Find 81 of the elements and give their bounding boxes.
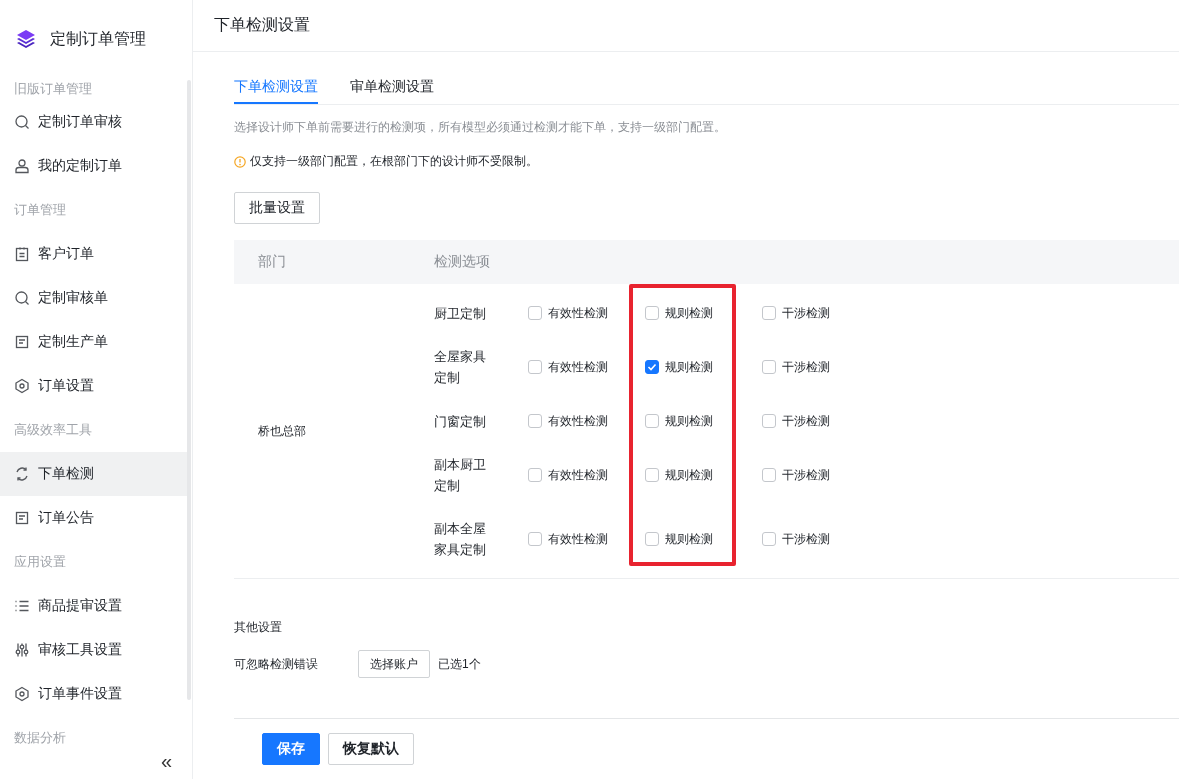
- checkbox-label: 干涉检测: [782, 304, 830, 322]
- category-name: 厨卫定制: [434, 304, 487, 323]
- page-title: 下单检测设置: [193, 0, 1179, 52]
- checkbox[interactable]: [762, 468, 776, 482]
- tab[interactable]: 下单检测设置: [234, 74, 318, 104]
- checkbox[interactable]: [645, 306, 659, 320]
- save-button[interactable]: 保存: [262, 733, 320, 765]
- warning-text: 仅支持一级部门配置，在根部门下的设计师不受限制。: [250, 153, 538, 170]
- nav-item[interactable]: 客户订单: [0, 232, 190, 276]
- checkbox[interactable]: [528, 468, 542, 482]
- document-icon: [14, 510, 30, 526]
- user-icon: [14, 158, 30, 174]
- list-icon: [14, 598, 30, 614]
- checkbox[interactable]: [645, 360, 659, 374]
- checkbox-label: 有效性检测: [548, 412, 608, 430]
- checkbox[interactable]: [762, 360, 776, 374]
- checkbox-label: 有效性检测: [548, 358, 608, 376]
- nav-item[interactable]: 商品提审设置: [0, 584, 190, 628]
- hexagon-icon: [14, 378, 30, 394]
- nav-section-label: 旧版订单管理: [13, 80, 93, 98]
- nav-item[interactable]: 定制生产单: [0, 320, 190, 364]
- checkbox[interactable]: [528, 414, 542, 428]
- category-name: 副本全屋家具定制: [434, 520, 487, 559]
- checkbox-label: 规则检测: [665, 412, 713, 430]
- nav-item[interactable]: 定制审核单: [0, 276, 190, 320]
- column-header: 检测选项: [434, 253, 490, 271]
- document-icon: [14, 334, 30, 350]
- warning-icon: [234, 155, 246, 168]
- tab[interactable]: 审单检测设置: [350, 74, 434, 104]
- batch-settings-button[interactable]: 批量设置: [234, 192, 320, 224]
- select-account-button[interactable]: 选择账户: [358, 650, 430, 678]
- checkbox-label: 有效性检测: [548, 304, 608, 322]
- nav-section-label: 订单管理: [13, 201, 67, 219]
- section-title: 其他设置: [234, 619, 283, 636]
- collapse-button[interactable]: «: [160, 750, 172, 773]
- nav-section-label: 应用设置: [13, 553, 67, 571]
- description-text: 选择设计师下单前需要进行的检测项，所有模型必须通过检测才能下单，支持一级部门配置。: [234, 119, 727, 136]
- checkbox[interactable]: [645, 532, 659, 546]
- checkbox[interactable]: [528, 360, 542, 374]
- checkbox[interactable]: [762, 532, 776, 546]
- hexagon-icon: [14, 686, 30, 702]
- nav-item[interactable]: 下单检测: [0, 452, 190, 496]
- app-title: 定制订单管理: [50, 28, 146, 49]
- search-icon: [14, 290, 30, 306]
- nav-item[interactable]: 我的定制订单: [0, 144, 190, 188]
- checkbox-label: 规则检测: [665, 304, 713, 322]
- checkbox-label: 规则检测: [665, 358, 713, 376]
- category-name: 全屋家具定制: [434, 348, 487, 387]
- checkbox-label: 干涉检测: [782, 466, 830, 484]
- check-icon: [647, 362, 657, 372]
- checkbox-label: 干涉检测: [782, 358, 830, 376]
- checkbox-label: 有效性检测: [548, 530, 608, 548]
- checkbox[interactable]: [645, 414, 659, 428]
- nav-section-label: 数据分析: [13, 729, 67, 747]
- checkbox[interactable]: [762, 414, 776, 428]
- checkbox[interactable]: [528, 532, 542, 546]
- column-header: 部门: [257, 253, 287, 271]
- category-name: 副本厨卫定制: [434, 456, 487, 495]
- sliders-icon: [14, 642, 30, 658]
- checkbox[interactable]: [762, 306, 776, 320]
- nav-item[interactable]: 订单设置: [0, 364, 190, 408]
- checkbox-label: 有效性检测: [548, 466, 608, 484]
- nav-item[interactable]: 订单公告: [0, 496, 190, 540]
- selection-count: 已选1个: [438, 655, 481, 673]
- refresh-icon: [14, 466, 30, 482]
- clipboard-icon: [14, 246, 30, 262]
- nav-item[interactable]: 审核工具设置: [0, 628, 190, 672]
- nav-section-label: 高级效率工具: [13, 421, 93, 439]
- checkbox-label: 干涉检测: [782, 530, 830, 548]
- nav-item[interactable]: 定制订单审核: [0, 100, 190, 144]
- checkbox-label: 干涉检测: [782, 412, 830, 430]
- checkbox-label: 规则检测: [665, 530, 713, 548]
- reset-button[interactable]: 恢复默认: [328, 733, 414, 765]
- setting-label: 可忽略检测错误: [234, 655, 319, 673]
- checkbox[interactable]: [528, 306, 542, 320]
- category-name: 门窗定制: [434, 412, 487, 431]
- department-cell-text: 桥也总部: [257, 422, 307, 440]
- nav-item[interactable]: 订单事件设置: [0, 672, 190, 716]
- checkbox[interactable]: [645, 468, 659, 482]
- search-icon: [14, 114, 30, 130]
- checkbox-label: 规则检测: [665, 466, 713, 484]
